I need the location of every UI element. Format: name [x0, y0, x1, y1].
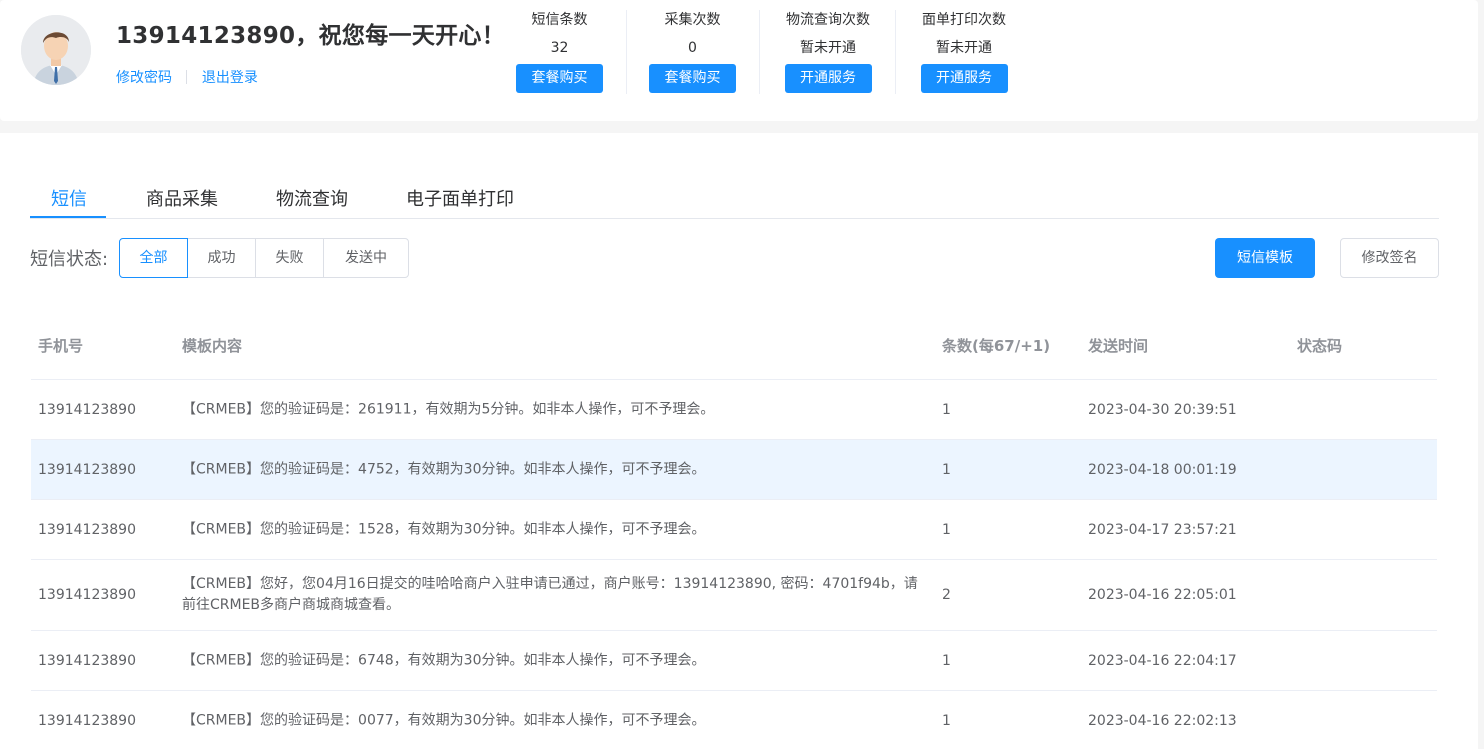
sms-records-table: 手机号 模板内容 条数(每67/+1) 发送时间 状态码 13914123890… — [31, 311, 1437, 749]
sms-panel: 短信 商品采集 物流查询 电子面单打印 短信状态: 全部 成功 失败 发送中 短… — [0, 133, 1478, 749]
cell-count: 1 — [942, 401, 951, 418]
cell-content: 【CRMEB】您好，您04月16日提交的哇哈哈商户入驻申请已通过，商户账号：13… — [182, 576, 918, 613]
filter-sending[interactable]: 发送中 — [323, 238, 409, 278]
table-row[interactable]: 13914123890 【CRMEB】您的验证码是：4752，有效期为30分钟。… — [31, 440, 1437, 500]
stat-collect: 采集次数 0 套餐购买 — [649, 10, 736, 94]
stat-divider — [895, 10, 896, 94]
cell-content: 【CRMEB】您的验证码是：1528，有效期为30分钟。如非本人操作，可不予理会… — [182, 521, 706, 537]
stat-logistics-value: 暂未开通 — [800, 40, 856, 56]
cell-count: 1 — [942, 652, 951, 669]
stat-divider — [626, 10, 627, 94]
column-count: 条数(每67/+1) — [942, 337, 1051, 355]
edit-signature-button[interactable]: 修改签名 — [1340, 238, 1439, 278]
link-divider — [186, 70, 188, 84]
stat-logistics: 物流查询次数 暂未开通 开通服务 — [776, 10, 880, 94]
account-links: 修改密码 退出登录 — [116, 67, 258, 87]
cell-send-time: 2023-04-18 00:01:19 — [1088, 461, 1237, 478]
cell-send-time: 2023-04-16 22:05:01 — [1088, 587, 1237, 603]
greeting-title: 13914123890，祝您每一天开心！ — [116, 23, 506, 49]
stat-sms: 短信条数 32 套餐购买 — [516, 10, 603, 94]
stat-waybill-open-button[interactable]: 开通服务 — [920, 64, 1008, 93]
column-send-time: 发送时间 — [1088, 337, 1149, 355]
cell-count: 1 — [942, 461, 951, 478]
logout-link[interactable]: 退出登录 — [202, 70, 258, 86]
cell-content: 【CRMEB】您的验证码是：0077，有效期为30分钟。如非本人操作，可不予理会… — [182, 712, 706, 728]
account-header: 13914123890，祝您每一天开心！ 修改密码 退出登录 短信条数 32 套… — [0, 0, 1478, 121]
avatar — [21, 15, 91, 85]
stat-logistics-open-button[interactable]: 开通服务 — [784, 64, 872, 93]
service-tabs: 短信 商品采集 物流查询 电子面单打印 — [30, 173, 1439, 219]
cell-phone: 13914123890 — [38, 521, 136, 538]
filter-success[interactable]: 成功 — [187, 238, 256, 278]
cell-count: 1 — [942, 521, 951, 538]
stat-collect-value: 0 — [688, 40, 697, 56]
cell-send-time: 2023-04-16 22:04:17 — [1088, 652, 1237, 669]
user-avatar-icon — [21, 15, 91, 85]
stat-sms-label: 短信条数 — [531, 12, 588, 28]
column-content: 模板内容 — [182, 337, 243, 355]
table-row[interactable]: 13914123890 【CRMEB】您的验证码是：6748，有效期为30分钟。… — [31, 631, 1437, 691]
cell-send-time: 2023-04-17 23:57:21 — [1088, 521, 1237, 538]
cell-phone: 13914123890 — [38, 587, 136, 603]
cell-content: 【CRMEB】您的验证码是：261911，有效期为5分钟。如非本人操作，可不予理… — [182, 401, 715, 417]
tab-sms[interactable]: 短信 — [51, 185, 87, 211]
sms-template-button[interactable]: 短信模板 — [1215, 238, 1315, 278]
active-tab-indicator — [30, 216, 106, 218]
filter-all[interactable]: 全部 — [119, 238, 188, 278]
cell-count: 2 — [942, 587, 951, 603]
cell-count: 1 — [942, 712, 951, 729]
table-row[interactable]: 13914123890 【CRMEB】您的验证码是：261911，有效期为5分钟… — [31, 380, 1437, 440]
stat-divider — [759, 10, 760, 94]
stat-sms-buy-button[interactable]: 套餐购买 — [516, 64, 603, 93]
column-phone: 手机号 — [38, 337, 84, 355]
table-row[interactable]: 13914123890 【CRMEB】您好，您04月16日提交的哇哈哈商户入驻申… — [31, 560, 1437, 631]
stat-waybill-value: 暂未开通 — [936, 40, 992, 56]
stat-collect-buy-button[interactable]: 套餐购买 — [649, 64, 736, 93]
table-row[interactable]: 13914123890 【CRMEB】您的验证码是：1528，有效期为30分钟。… — [31, 500, 1437, 560]
tab-product-collect[interactable]: 商品采集 — [146, 185, 218, 211]
cell-phone: 13914123890 — [38, 712, 136, 729]
cell-content: 【CRMEB】您的验证码是：4752，有效期为30分钟。如非本人操作，可不予理会… — [182, 461, 706, 477]
table-row[interactable]: 13914123890 【CRMEB】您的验证码是：0077，有效期为30分钟。… — [31, 691, 1437, 749]
cell-send-time: 2023-04-30 20:39:51 — [1088, 401, 1237, 418]
column-status-code: 状态码 — [1297, 337, 1343, 355]
stat-waybill: 面单打印次数 暂未开通 开通服务 — [912, 10, 1016, 94]
stat-logistics-label: 物流查询次数 — [786, 12, 870, 28]
cell-phone: 13914123890 — [38, 401, 136, 418]
cell-phone: 13914123890 — [38, 652, 136, 669]
stat-collect-label: 采集次数 — [664, 12, 721, 28]
stat-sms-value: 32 — [550, 40, 569, 56]
cell-send-time: 2023-04-16 22:02:13 — [1088, 712, 1237, 729]
change-password-link[interactable]: 修改密码 — [116, 70, 172, 86]
sms-status-label: 短信状态: — [30, 249, 109, 270]
cell-phone: 13914123890 — [38, 461, 136, 478]
tab-logistics[interactable]: 物流查询 — [276, 185, 348, 211]
filter-failed[interactable]: 失败 — [255, 238, 324, 278]
table-header: 手机号 模板内容 条数(每67/+1) 发送时间 状态码 — [31, 311, 1437, 380]
cell-content: 【CRMEB】您的验证码是：6748，有效期为30分钟。如非本人操作，可不予理会… — [182, 652, 706, 668]
stat-waybill-label: 面单打印次数 — [922, 12, 1006, 28]
tab-waybill-print[interactable]: 电子面单打印 — [406, 185, 514, 211]
